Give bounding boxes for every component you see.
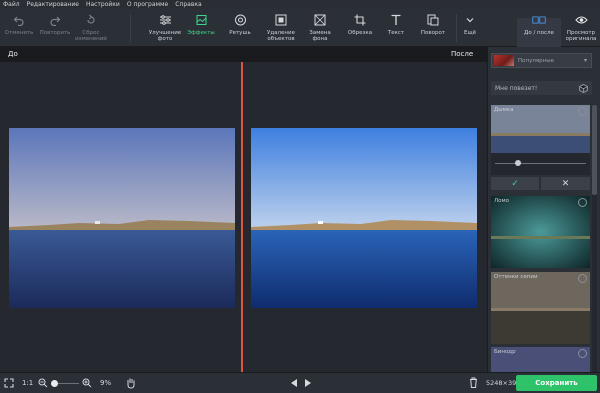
- enhance-button[interactable]: Улучшение фото: [146, 9, 184, 47]
- redo-label: Повторить: [39, 30, 71, 36]
- effects-button[interactable]: Эффекты: [184, 9, 218, 47]
- menu-file[interactable]: Файл: [3, 0, 20, 9]
- compare-header: До После: [0, 47, 487, 62]
- remove-objects-icon: [274, 13, 288, 27]
- replace-bg-button[interactable]: Замена фона: [302, 9, 338, 47]
- reset-label: Сброс изменений: [75, 30, 107, 42]
- split-divider[interactable]: [241, 62, 243, 372]
- after-label: После: [451, 50, 474, 58]
- before-photo: [9, 128, 235, 308]
- effect-name: Бинодр: [494, 349, 516, 355]
- menu-help[interactable]: Справка: [175, 0, 201, 9]
- menu-about[interactable]: О программе: [127, 0, 168, 9]
- next-image-icon[interactable]: [304, 378, 312, 388]
- menu-settings[interactable]: Настройки: [86, 0, 120, 9]
- crop-icon: [353, 13, 367, 27]
- undo-label: Отменить: [4, 30, 34, 36]
- dice-icon: [579, 83, 588, 93]
- scrollbar-thumb[interactable]: [592, 105, 597, 195]
- after-photo: [251, 128, 477, 308]
- preview-original-button[interactable]: Просмотр оригинала: [562, 9, 600, 47]
- effect-lomo[interactable]: Ломо: [491, 196, 590, 268]
- rotate-icon: [426, 13, 440, 27]
- reset-button[interactable]: Сброс изменений: [74, 9, 108, 47]
- remove-objects-button[interactable]: Удаление объектов: [262, 9, 300, 47]
- chevron-down-icon: ▾: [583, 57, 587, 64]
- split-view-icon: [532, 13, 546, 27]
- redo-icon: [48, 13, 62, 27]
- effect-name: Дымка: [494, 107, 514, 113]
- retouch-label: Ретушь: [229, 30, 251, 36]
- zoom-in-icon[interactable]: [82, 378, 92, 388]
- rotate-button[interactable]: Поворот: [416, 9, 450, 47]
- preview-original-label: Просмотр оригинала: [565, 30, 597, 42]
- hand-icon[interactable]: [126, 377, 136, 389]
- zoom-slider-knob[interactable]: [51, 380, 58, 387]
- undo-button[interactable]: Отменить: [4, 9, 34, 47]
- crop-button[interactable]: Обрезка: [344, 9, 376, 47]
- slider-knob[interactable]: [515, 160, 521, 166]
- text-label: Текст: [387, 30, 405, 36]
- effect-radio[interactable]: [578, 107, 587, 116]
- more-label: Ещё: [463, 30, 477, 36]
- text-icon: [389, 13, 403, 27]
- before-after-button[interactable]: До / после: [520, 9, 558, 47]
- crop-label: Обрезка: [347, 30, 373, 36]
- reset-icon: [84, 13, 98, 27]
- effect-name: Ломо: [494, 198, 510, 204]
- sliders-icon: [158, 13, 172, 27]
- fit-screen-icon[interactable]: [4, 378, 14, 388]
- prev-image-icon[interactable]: [290, 378, 298, 388]
- category-dropdown[interactable]: Популярные ▾: [491, 53, 592, 68]
- effect-sepia[interactable]: Оттенки сепии: [491, 272, 590, 344]
- before-label: До: [8, 50, 18, 58]
- zoom-out-icon[interactable]: [38, 378, 48, 388]
- effect-radio[interactable]: [578, 198, 587, 207]
- before-after-label: До / после: [524, 30, 554, 36]
- toolbar: Отменить Повторить Сброс изменений Улучш…: [0, 9, 600, 56]
- apply-button[interactable]: ✓: [491, 177, 539, 190]
- trash-icon[interactable]: [469, 377, 478, 388]
- effect-haze[interactable]: Дымка: [491, 105, 590, 153]
- zoom-ratio[interactable]: 1:1: [22, 379, 33, 387]
- intensity-slider[interactable]: [491, 153, 590, 175]
- effect-name: Оттенки сепии: [494, 274, 538, 280]
- rotate-label: Поворот: [420, 30, 446, 36]
- retouch-icon: [233, 13, 247, 27]
- effect-radio[interactable]: [578, 274, 587, 283]
- redo-button[interactable]: Повторить: [38, 9, 72, 47]
- category-thumbnail: [494, 55, 514, 66]
- toolbar-divider: [130, 14, 131, 42]
- effect-binodr[interactable]: Бинодр: [491, 347, 590, 372]
- toolbar-divider: [456, 14, 457, 42]
- effects-label: Эффекты: [187, 30, 215, 36]
- zoom-percent: 9%: [100, 379, 112, 387]
- retouch-button[interactable]: Ретушь: [226, 9, 254, 47]
- replace-bg-icon: [313, 13, 327, 27]
- remove-objects-label: Удаление объектов: [267, 30, 295, 42]
- undo-icon: [12, 13, 26, 27]
- panel-scrollbar[interactable]: [592, 105, 597, 372]
- category-label: Популярные: [518, 57, 554, 64]
- lucky-button[interactable]: Мне повезет!: [491, 81, 592, 95]
- chevron-down-icon: [463, 13, 477, 27]
- lucky-label: Мне повезет!: [495, 84, 538, 92]
- slider-track: [495, 163, 586, 164]
- enhance-label: Улучшение фото: [148, 30, 182, 42]
- status-bar: 1:1 9% 5248×3936: [0, 372, 600, 393]
- menu-bar: Файл Редактирование Настройки О программ…: [0, 0, 600, 9]
- menu-edit[interactable]: Редактирование: [27, 0, 79, 9]
- save-button[interactable]: Сохранить: [516, 375, 597, 391]
- effect-radio[interactable]: [578, 349, 587, 358]
- replace-bg-label: Замена фона: [309, 30, 331, 42]
- eye-icon: [574, 13, 588, 27]
- effects-icon: [194, 13, 208, 27]
- cancel-button[interactable]: ✕: [541, 177, 590, 190]
- text-button[interactable]: Текст: [382, 9, 410, 47]
- more-button[interactable]: Ещё: [459, 9, 481, 47]
